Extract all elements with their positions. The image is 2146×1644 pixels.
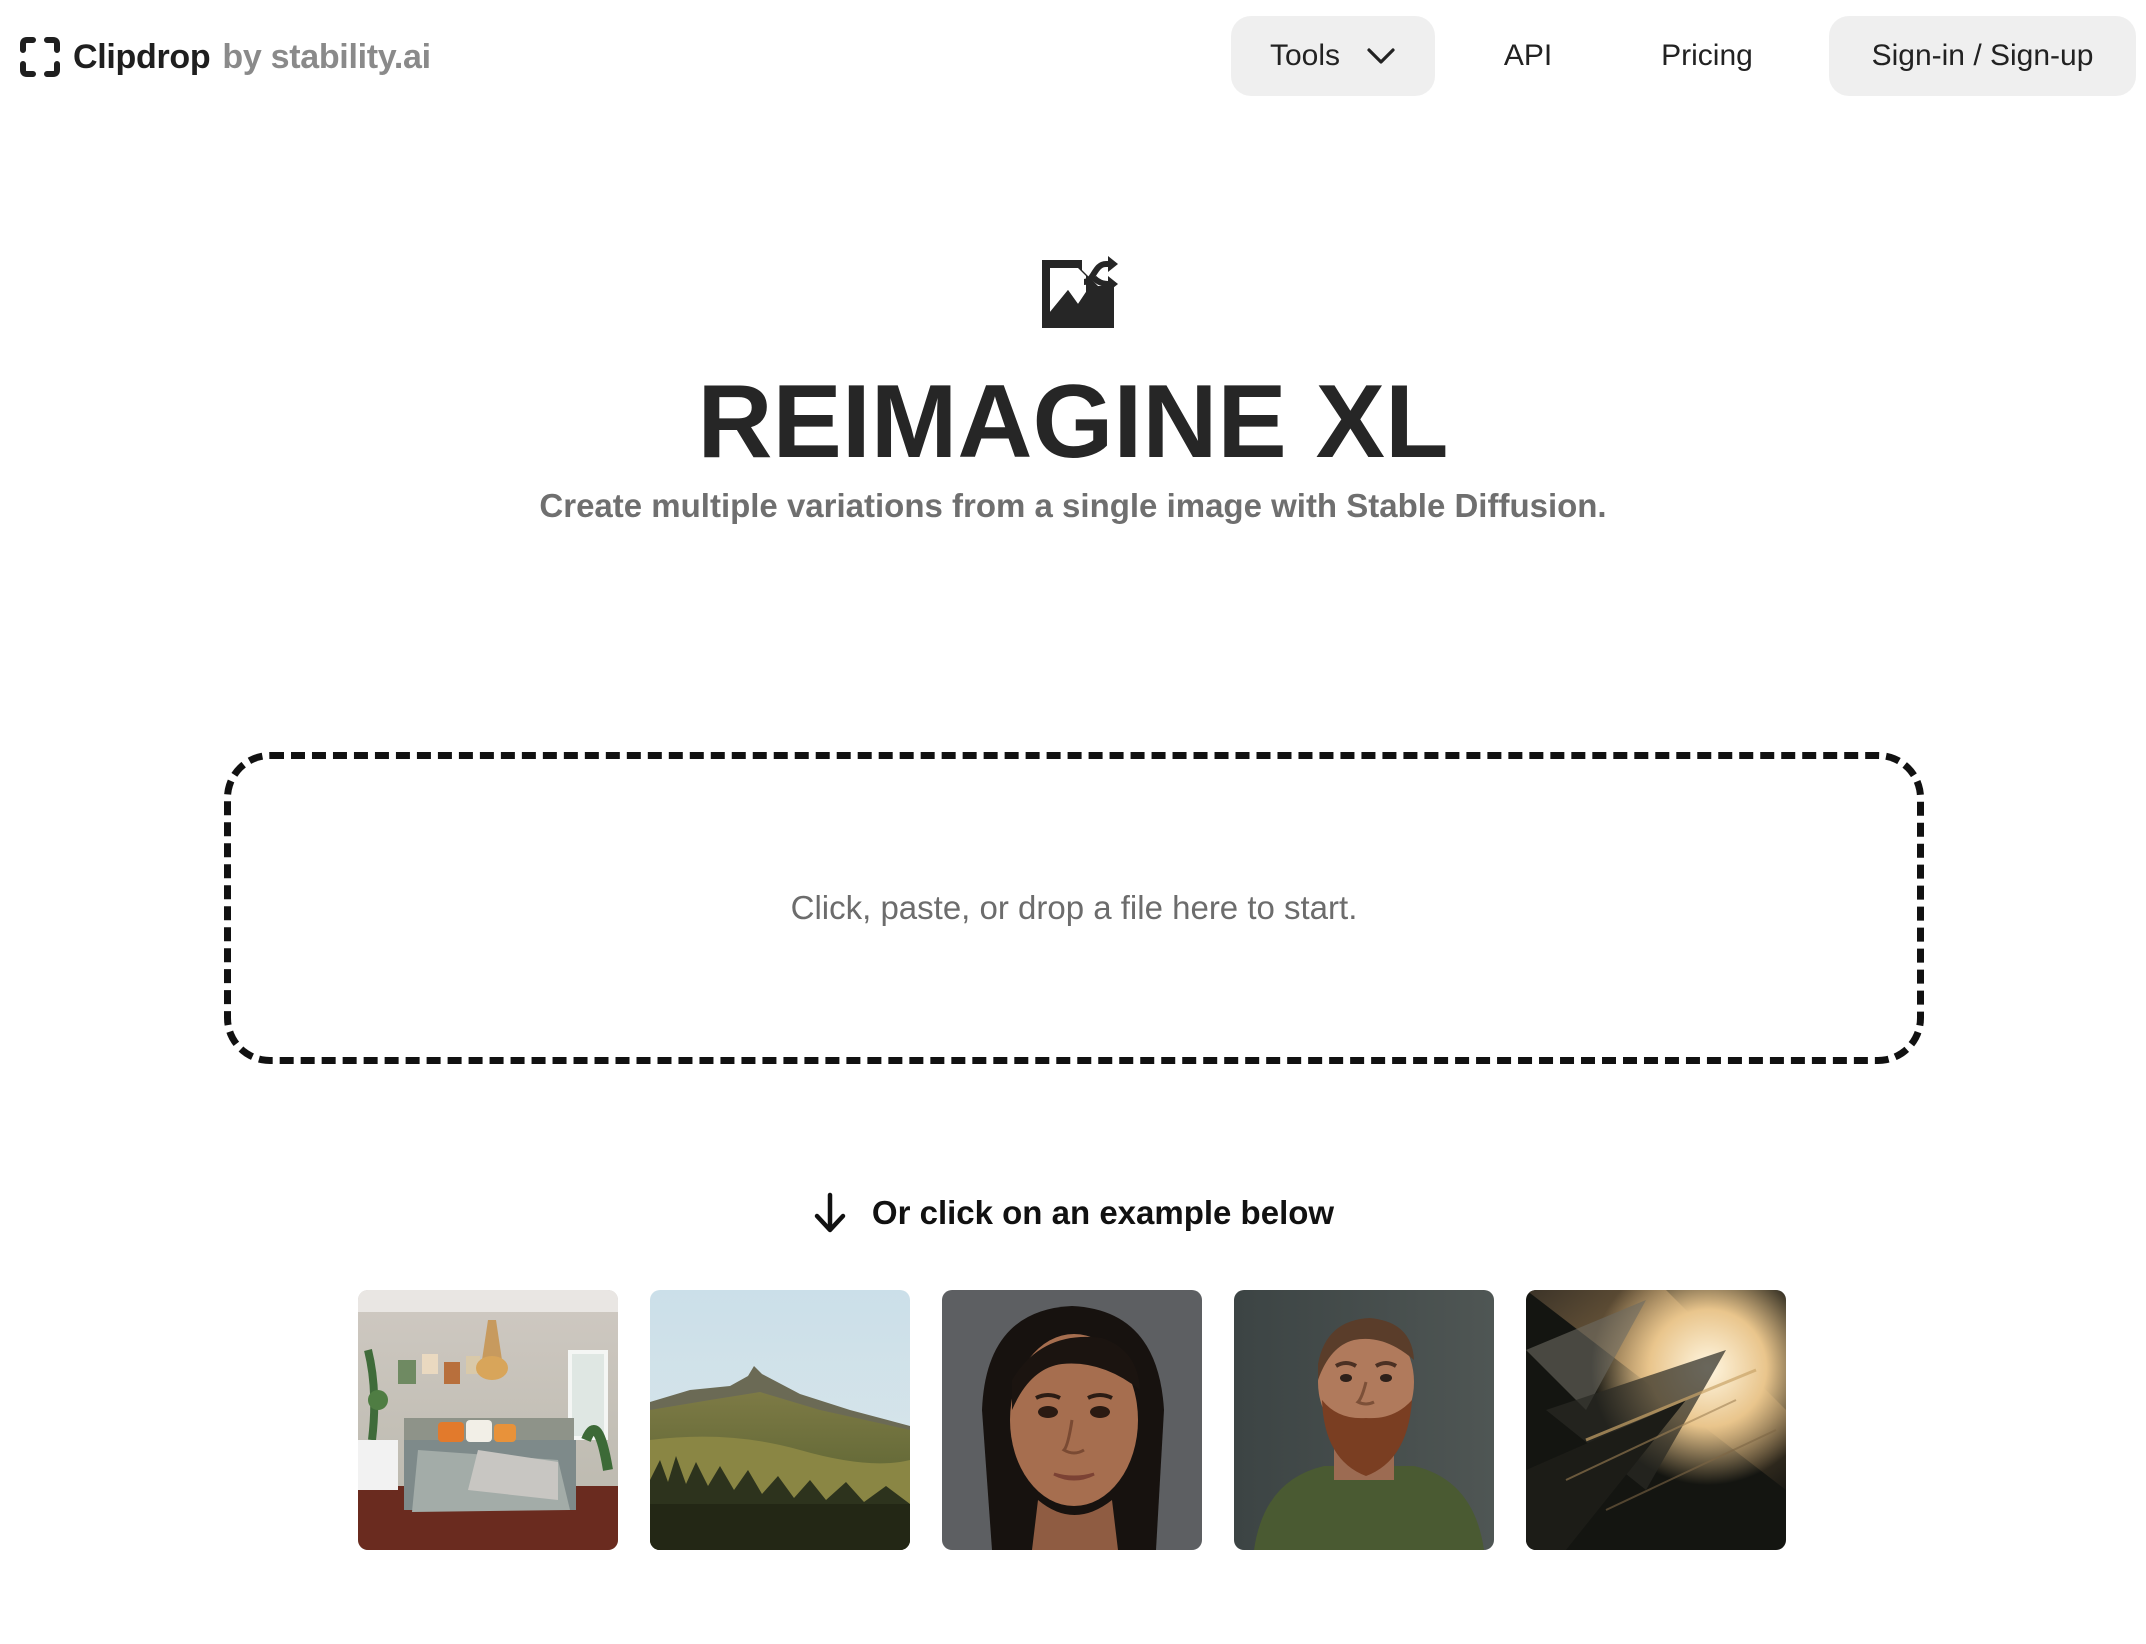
- sign-in-button[interactable]: Sign-in / Sign-up: [1829, 16, 2136, 96]
- dropzone-text: Click, paste, or drop a file here to sta…: [790, 889, 1358, 926]
- example-portrait-woman-image: [942, 1290, 1202, 1550]
- example-bedroom-image: [358, 1290, 618, 1550]
- page-title: REIMAGINE XL: [697, 364, 1449, 480]
- example-bedroom[interactable]: [358, 1290, 618, 1550]
- top-nav: Tools API Pricing Sign-in / Sign-up: [1231, 16, 2136, 96]
- image-shuffle-icon: [1042, 252, 1118, 328]
- clipdrop-logo-icon: [20, 37, 60, 77]
- page: Clipdrop by stability.ai Tools API Prici…: [0, 0, 2146, 1644]
- pricing-link[interactable]: Pricing: [1607, 16, 1807, 96]
- pricing-label: Pricing: [1661, 39, 1753, 72]
- examples-hint: Or click on an example below: [0, 1188, 2146, 1238]
- example-abstract[interactable]: [1526, 1290, 1786, 1550]
- clipdrop-logo-link[interactable]: Clipdrop by stability.ai: [19, 34, 431, 80]
- example-thumbnails: [358, 1290, 1786, 1550]
- examples-hint-text: Or click on an example below: [871, 1194, 1335, 1231]
- logo-by-stability: by stability.ai: [222, 37, 431, 76]
- example-mountain-image: [650, 1290, 910, 1550]
- chevron-down-icon: [1367, 48, 1395, 64]
- tools-dropdown-button[interactable]: Tools: [1231, 16, 1435, 96]
- example-abstract-image: [1526, 1290, 1786, 1550]
- arrow-down-icon: [814, 1192, 846, 1233]
- sign-in-label: Sign-in / Sign-up: [1871, 39, 2094, 72]
- logo-name: Clipdrop: [73, 37, 211, 76]
- tools-label: Tools: [1269, 39, 1341, 72]
- example-portrait-man[interactable]: [1234, 1290, 1494, 1550]
- example-portrait-man-image: [1234, 1290, 1494, 1550]
- page-subtitle: Create multiple variations from a single…: [539, 487, 1607, 524]
- api-label: API: [1503, 39, 1553, 72]
- header: Clipdrop by stability.ai Tools API Prici…: [0, 0, 2146, 114]
- example-portrait-woman[interactable]: [942, 1290, 1202, 1550]
- file-dropzone[interactable]: Click, paste, or drop a file here to sta…: [224, 752, 1924, 1064]
- api-link[interactable]: API: [1449, 16, 1607, 96]
- example-mountain[interactable]: [650, 1290, 910, 1550]
